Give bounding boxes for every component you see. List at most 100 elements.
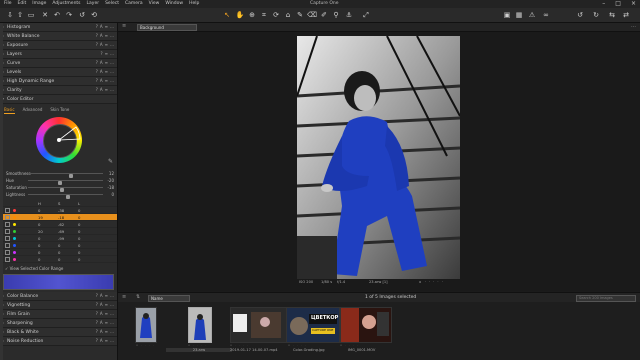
auto-icon[interactable]: A — [100, 69, 103, 74]
table-row[interactable]: 20 -69 0 — [0, 228, 117, 235]
panel-levels[interactable]: ▸ Levels? A ≡… — [0, 68, 117, 77]
tab-basic[interactable]: Basic — [4, 107, 15, 114]
more-icon[interactable]: … — [110, 69, 114, 74]
auto-icon[interactable]: A — [100, 320, 103, 325]
maximize-icon[interactable]: □ — [615, 0, 621, 7]
eraser-icon[interactable]: ⌫ — [307, 10, 317, 20]
eyedropper-icon[interactable]: ✎ — [108, 158, 113, 165]
auto-icon[interactable]: A — [100, 338, 103, 343]
color-wheel-selector[interactable] — [36, 117, 82, 163]
auto-icon[interactable]: A — [100, 60, 103, 65]
row-checkbox[interactable] — [5, 229, 10, 234]
reset-icon[interactable]: ≡ — [105, 87, 108, 92]
reset-icon[interactable]: ≡ — [105, 338, 108, 343]
help-icon[interactable]: ? — [96, 320, 98, 325]
tab-skin-tone[interactable]: Skin Tone — [50, 107, 69, 114]
reset-icon[interactable]: ≡ — [105, 42, 108, 47]
rating-stars[interactable]: ▫ · · · · · — [419, 280, 444, 284]
picker-icon[interactable]: ✐ — [319, 10, 329, 20]
more-icon[interactable]: … — [110, 24, 114, 29]
auto-icon[interactable]: A — [100, 78, 103, 83]
view-selected-checkbox[interactable]: ✓ View Selected Color Range — [0, 266, 117, 273]
more-icon[interactable]: … — [110, 311, 114, 316]
proof-icon[interactable]: ∞ — [541, 10, 551, 20]
more-icon[interactable]: … — [110, 329, 114, 334]
import-icon[interactable]: ⇩ — [5, 10, 15, 20]
slider-track[interactable] — [28, 187, 103, 192]
reset-icon[interactable]: ≡ — [105, 329, 108, 334]
auto-icon[interactable]: A — [100, 311, 103, 316]
rating-stars[interactable]: ▫ · · · · — [230, 343, 249, 347]
panel-exposure[interactable]: ▸ Exposure? A ≡… — [0, 41, 117, 50]
panel-curve[interactable]: ▸ Curve? A ≡… — [0, 59, 117, 68]
panel-histogram[interactable]: ▸ Histogram? A ≡… — [0, 23, 117, 32]
tool-tabs-rail[interactable] — [0, 23, 3, 360]
color-editor-header[interactable]: ▾ Color Editor — [0, 95, 117, 104]
rating-stars[interactable]: ▫ · · · · — [136, 343, 155, 347]
auto-icon[interactable]: A — [100, 33, 103, 38]
undo-icon[interactable]: ↶ — [52, 10, 62, 20]
auto-icon[interactable]: A — [100, 24, 103, 29]
menu-item-window[interactable]: Window — [165, 1, 183, 6]
slider-value[interactable]: 0 — [111, 192, 114, 197]
help-icon[interactable]: ? — [96, 33, 98, 38]
reset-icon[interactable]: ⟲ — [89, 10, 99, 20]
help-icon[interactable]: ? — [96, 338, 98, 343]
row-checkbox[interactable] — [5, 250, 10, 255]
row-checkbox[interactable] — [5, 236, 10, 241]
help-icon[interactable]: ? — [96, 69, 98, 74]
table-row[interactable]: 0 -62 0 — [0, 221, 117, 228]
reset-icon[interactable]: ≡ — [105, 24, 108, 29]
slider-track[interactable] — [28, 194, 103, 199]
pan-icon[interactable]: ✋ — [235, 10, 245, 20]
thumbnail-5[interactable] — [340, 307, 392, 343]
menu-item-select[interactable]: Select — [105, 1, 119, 6]
zoom-icon[interactable]: ⊕ — [247, 10, 257, 20]
rotate-left-icon[interactable]: ↺ — [575, 10, 585, 20]
menu-item-file[interactable]: File — [4, 1, 12, 6]
background-select[interactable]: Background — [137, 24, 197, 31]
auto-icon[interactable]: A — [100, 87, 103, 92]
slider-value[interactable]: -20 — [107, 178, 114, 183]
help-icon[interactable]: ? — [96, 329, 98, 334]
table-row[interactable]: 0 -99 0 — [0, 235, 117, 242]
menu-item-help[interactable]: Help — [189, 1, 199, 6]
rating-stars[interactable]: ▫ · · · · — [188, 343, 207, 347]
minimize-icon[interactable]: – — [602, 0, 605, 7]
reset-icon[interactable]: ≡ — [105, 51, 108, 56]
panel-vignetting[interactable]: ▸ Vignetting? A ≡… — [0, 301, 117, 310]
auto-icon[interactable]: A — [100, 302, 103, 307]
sort-order-icon[interactable]: ⇅ — [136, 294, 140, 300]
slider-value[interactable]: 12 — [109, 171, 114, 176]
more-icon[interactable]: … — [110, 42, 114, 47]
color-wheel[interactable] — [36, 117, 82, 163]
brush-icon[interactable]: ✎ — [295, 10, 305, 20]
table-row[interactable]: 0 0 0 — [0, 249, 117, 256]
more-icon[interactable]: … — [110, 302, 114, 307]
help-icon[interactable]: ? — [96, 293, 98, 298]
reset-icon[interactable]: ≡ — [105, 69, 108, 74]
thumbnail-2[interactable] — [188, 307, 212, 343]
table-row[interactable]: 0 0 0 — [0, 256, 117, 263]
menu-item-camera[interactable]: Camera — [125, 1, 143, 6]
reset-icon[interactable]: ≡ — [105, 293, 108, 298]
auto-icon[interactable]: A — [100, 329, 103, 334]
panel-high-dynamic-range[interactable]: ▸ High Dynamic Range? A ≡… — [0, 77, 117, 86]
panel-sharpening[interactable]: ▸ Sharpening? A ≡… — [0, 319, 117, 328]
expand-icon[interactable]: ⤢ — [361, 10, 371, 20]
help-icon[interactable]: ? — [96, 302, 98, 307]
help-icon[interactable]: ? — [101, 51, 103, 56]
anchor-icon[interactable]: ⚓ — [344, 10, 354, 20]
help-icon[interactable]: ? — [96, 87, 98, 92]
auto-icon[interactable]: A — [100, 293, 103, 298]
crop-icon[interactable]: ⌗ — [259, 10, 269, 20]
compare-icon[interactable]: ▣ — [502, 10, 512, 20]
row-checkbox[interactable] — [5, 208, 10, 213]
panel-layers[interactable]: ▸ Layers? ≡… — [0, 50, 117, 59]
slider-track[interactable] — [28, 173, 103, 178]
wb-picker-icon[interactable]: ⚲ — [331, 10, 341, 20]
thumbnail-4[interactable]: ЦВЕТКОР CAPTURE ONE — [286, 307, 340, 343]
menu-item-image[interactable]: Image — [32, 1, 46, 6]
more-icon[interactable]: … — [110, 320, 114, 325]
slider-track[interactable] — [28, 180, 103, 185]
